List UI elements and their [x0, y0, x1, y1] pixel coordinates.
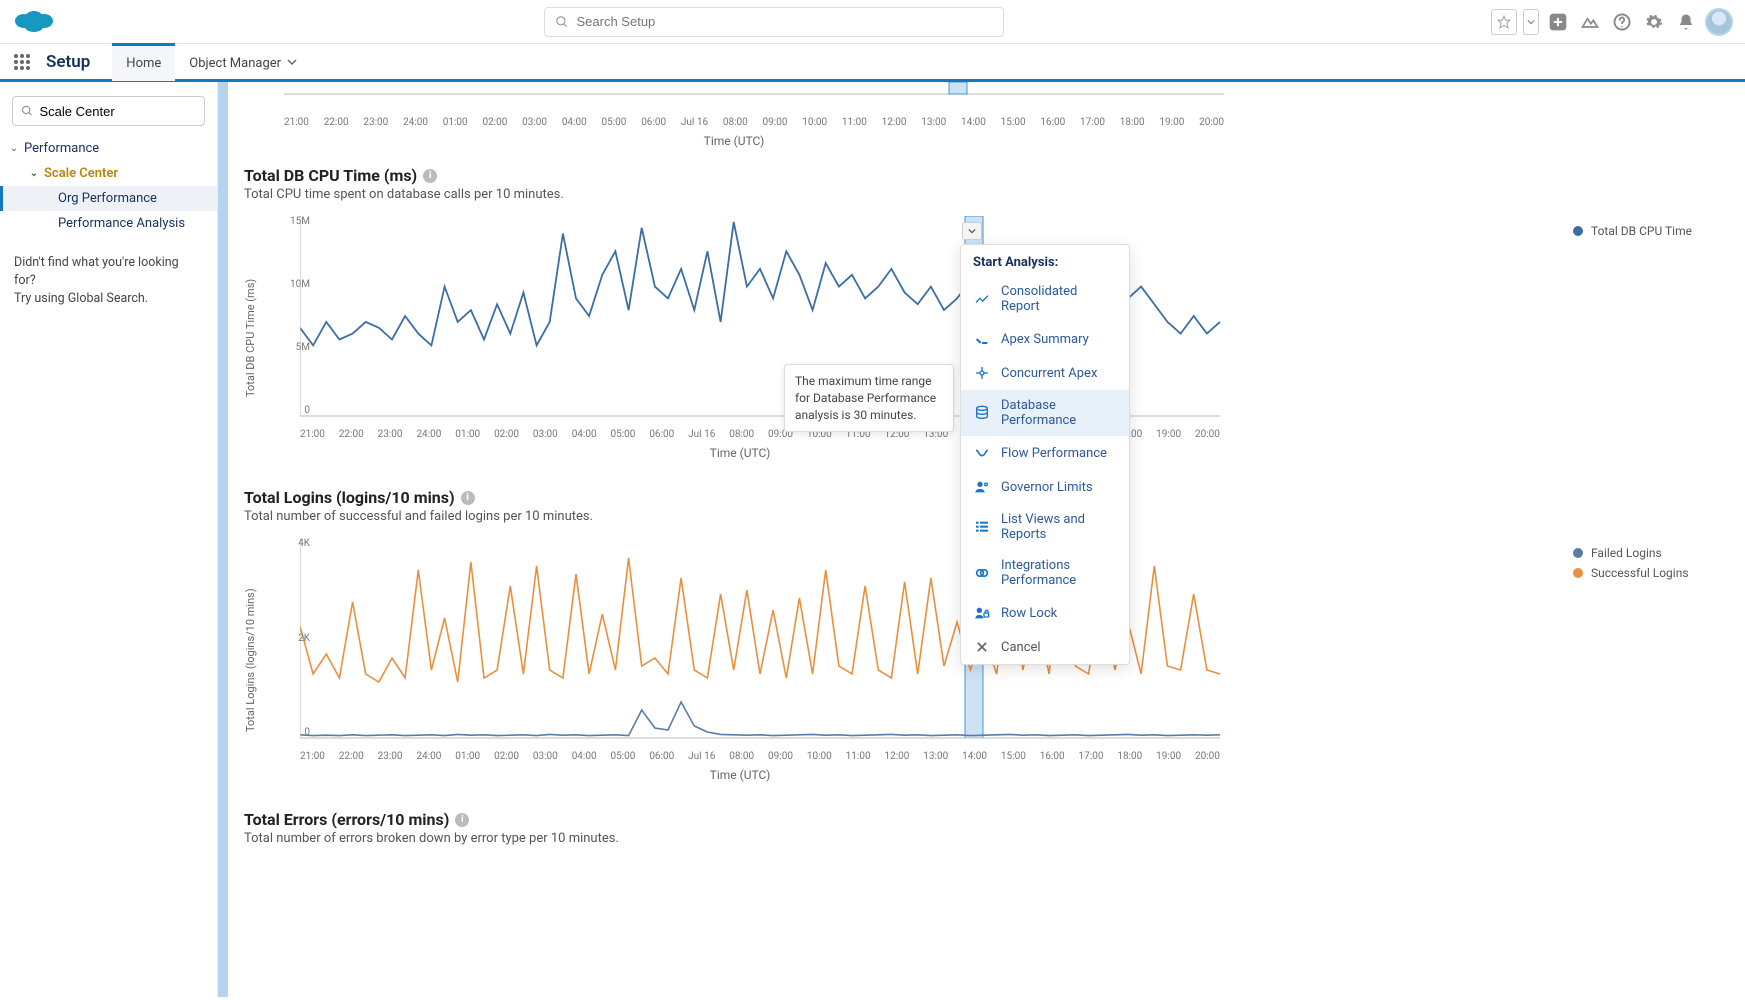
legend-dot-icon — [1573, 226, 1583, 236]
popover-item-label: Integrations Performance — [1001, 558, 1117, 588]
popover-item-governor-limits[interactable]: Governor Limits — [961, 470, 1129, 504]
chart2-title: Total Logins (logins/10 mins) — [244, 488, 455, 507]
popover-item-consolidated-report[interactable]: Consolidated Report — [961, 276, 1129, 322]
chart1-legend: Total DB CPU Time — [1555, 216, 1735, 460]
app-launcher-icon[interactable] — [12, 52, 32, 72]
popover-item-apex-summary[interactable]: Apex Summary — [961, 322, 1129, 356]
legend-dot-icon — [1573, 548, 1583, 558]
favorite-dropdown-icon[interactable] — [1523, 9, 1539, 35]
chart1-tooltip: The maximum time range for Database Perf… — [784, 364, 954, 432]
chart1-title: Total DB CPU Time (ms) — [244, 166, 417, 185]
salesforce-logo-icon[interactable] — [12, 5, 56, 39]
popover-item-label: Flow Performance — [1001, 446, 1107, 461]
notifications-icon[interactable] — [1673, 9, 1699, 35]
chart2-legend: Failed Logins Successful Logins — [1555, 538, 1735, 782]
sidebar: ⌄Performance ⌄Scale Center Org Performan… — [0, 82, 218, 997]
popover-item-label: Consolidated Report — [1001, 284, 1117, 314]
sidebar-search[interactable] — [12, 96, 205, 126]
favorite-icon[interactable] — [1491, 9, 1517, 35]
sidebar-help-text: Didn't find what you're looking for? Try… — [0, 236, 217, 326]
row-lock-icon — [973, 604, 991, 622]
popover-item-cancel[interactable]: Cancel — [961, 630, 1129, 664]
sidebar-label: Performance — [24, 141, 99, 156]
sidebar-label: Scale Center — [44, 166, 118, 181]
chevron-down-icon — [287, 56, 297, 71]
chart1-subtitle: Total CPU time spent on database calls p… — [244, 187, 1735, 202]
popover-title: Start Analysis: — [961, 245, 1129, 276]
settings-icon[interactable] — [1641, 9, 1667, 35]
popover-item-label: Governor Limits — [1001, 480, 1093, 495]
database-performance-icon — [973, 404, 991, 422]
context-bar: Setup Home Object Manager — [0, 44, 1745, 82]
popover-item-database-performance[interactable]: Database Performance — [961, 390, 1129, 436]
sidebar-label: Performance Analysis — [58, 216, 185, 231]
main-content: 21:0022:0023:0024:0001:0002:0003:0004:00… — [218, 82, 1745, 997]
chart2-yticks: 4K2K0 — [280, 538, 310, 738]
chart2-xticks: 21:0022:0023:0024:0001:0002:0003:0004:00… — [260, 748, 1220, 762]
popover-item-list-views-and-reports[interactable]: List Views and Reports — [961, 504, 1129, 550]
consolidated-report-icon — [973, 290, 991, 308]
global-header — [0, 0, 1745, 44]
info-icon[interactable]: i — [455, 813, 469, 827]
apex-summary-icon — [973, 330, 991, 348]
chart-db-cpu-time: Total DB CPU Time (ms) i Total CPU time … — [244, 166, 1735, 460]
mini-x-ticks: 21:0022:0023:0024:0001:0002:0003:0004:00… — [244, 114, 1224, 128]
popover-item-label: List Views and Reports — [1001, 512, 1117, 542]
global-search[interactable] — [544, 7, 1004, 37]
popover-item-label: Cancel — [1001, 640, 1041, 655]
app-title: Setup — [46, 52, 90, 72]
sidebar-item-scale-center[interactable]: ⌄Scale Center — [0, 161, 217, 186]
analysis-dropdown-button[interactable] — [962, 222, 982, 240]
add-icon[interactable] — [1545, 9, 1571, 35]
popover-item-label: Apex Summary — [1001, 332, 1089, 347]
mini-xlabel: Time (UTC) — [244, 134, 1224, 148]
tab-object-manager-label: Object Manager — [189, 56, 281, 71]
chart3-subtitle: Total number of errors broken down by er… — [244, 831, 1735, 846]
legend-dot-icon — [1573, 568, 1583, 578]
sidebar-item-org-performance[interactable]: Org Performance — [0, 186, 217, 211]
chart1-ylabel: Total DB CPU Time (ms) — [244, 216, 260, 460]
concurrent-apex-icon — [973, 364, 991, 382]
tab-home[interactable]: Home — [112, 43, 175, 81]
info-icon[interactable]: i — [423, 169, 437, 183]
integrations-performance-icon — [973, 564, 991, 582]
info-icon[interactable]: i — [461, 491, 475, 505]
trailhead-icon[interactable] — [1577, 9, 1603, 35]
chart2-ylabel: Total Logins (logins/10 mins) — [244, 538, 260, 782]
popover-item-label: Concurrent Apex — [1001, 366, 1097, 381]
start-analysis-popover: Start Analysis: Consolidated Report Apex … — [960, 244, 1130, 665]
sidebar-label: Org Performance — [58, 191, 157, 206]
governor-limits-icon — [973, 478, 991, 496]
sidebar-search-input[interactable] — [40, 104, 196, 119]
chart-total-errors: Total Errors (errors/10 mins) i Total nu… — [244, 810, 1735, 846]
cancel-icon — [973, 638, 991, 656]
list-views-and-reports-icon — [973, 518, 991, 536]
popover-item-label: Row Lock — [1001, 606, 1057, 621]
chart2-xlabel: Time (UTC) — [260, 768, 1220, 782]
popover-item-integrations-performance[interactable]: Integrations Performance — [961, 550, 1129, 596]
popover-item-concurrent-apex[interactable]: Concurrent Apex — [961, 356, 1129, 390]
chart1-yticks: 15M10M5M0 — [280, 216, 310, 416]
help-icon[interactable] — [1609, 9, 1635, 35]
legend-label: Failed Logins — [1591, 546, 1662, 560]
chart3-title: Total Errors (errors/10 mins) — [244, 810, 449, 829]
global-search-input[interactable] — [577, 14, 993, 29]
sidebar-item-performance[interactable]: ⌄Performance — [0, 136, 217, 161]
flow-performance-icon — [973, 444, 991, 462]
popover-item-flow-performance[interactable]: Flow Performance — [961, 436, 1129, 470]
popover-item-label: Database Performance — [1001, 398, 1117, 428]
legend-label: Successful Logins — [1591, 566, 1689, 580]
overview-mini-chart[interactable] — [244, 82, 1735, 110]
legend-label: Total DB CPU Time — [1591, 224, 1692, 238]
user-avatar[interactable] — [1705, 8, 1733, 36]
tab-object-manager[interactable]: Object Manager — [175, 43, 311, 81]
sidebar-item-performance-analysis[interactable]: Performance Analysis — [0, 211, 217, 236]
popover-item-row-lock[interactable]: Row Lock — [961, 596, 1129, 630]
